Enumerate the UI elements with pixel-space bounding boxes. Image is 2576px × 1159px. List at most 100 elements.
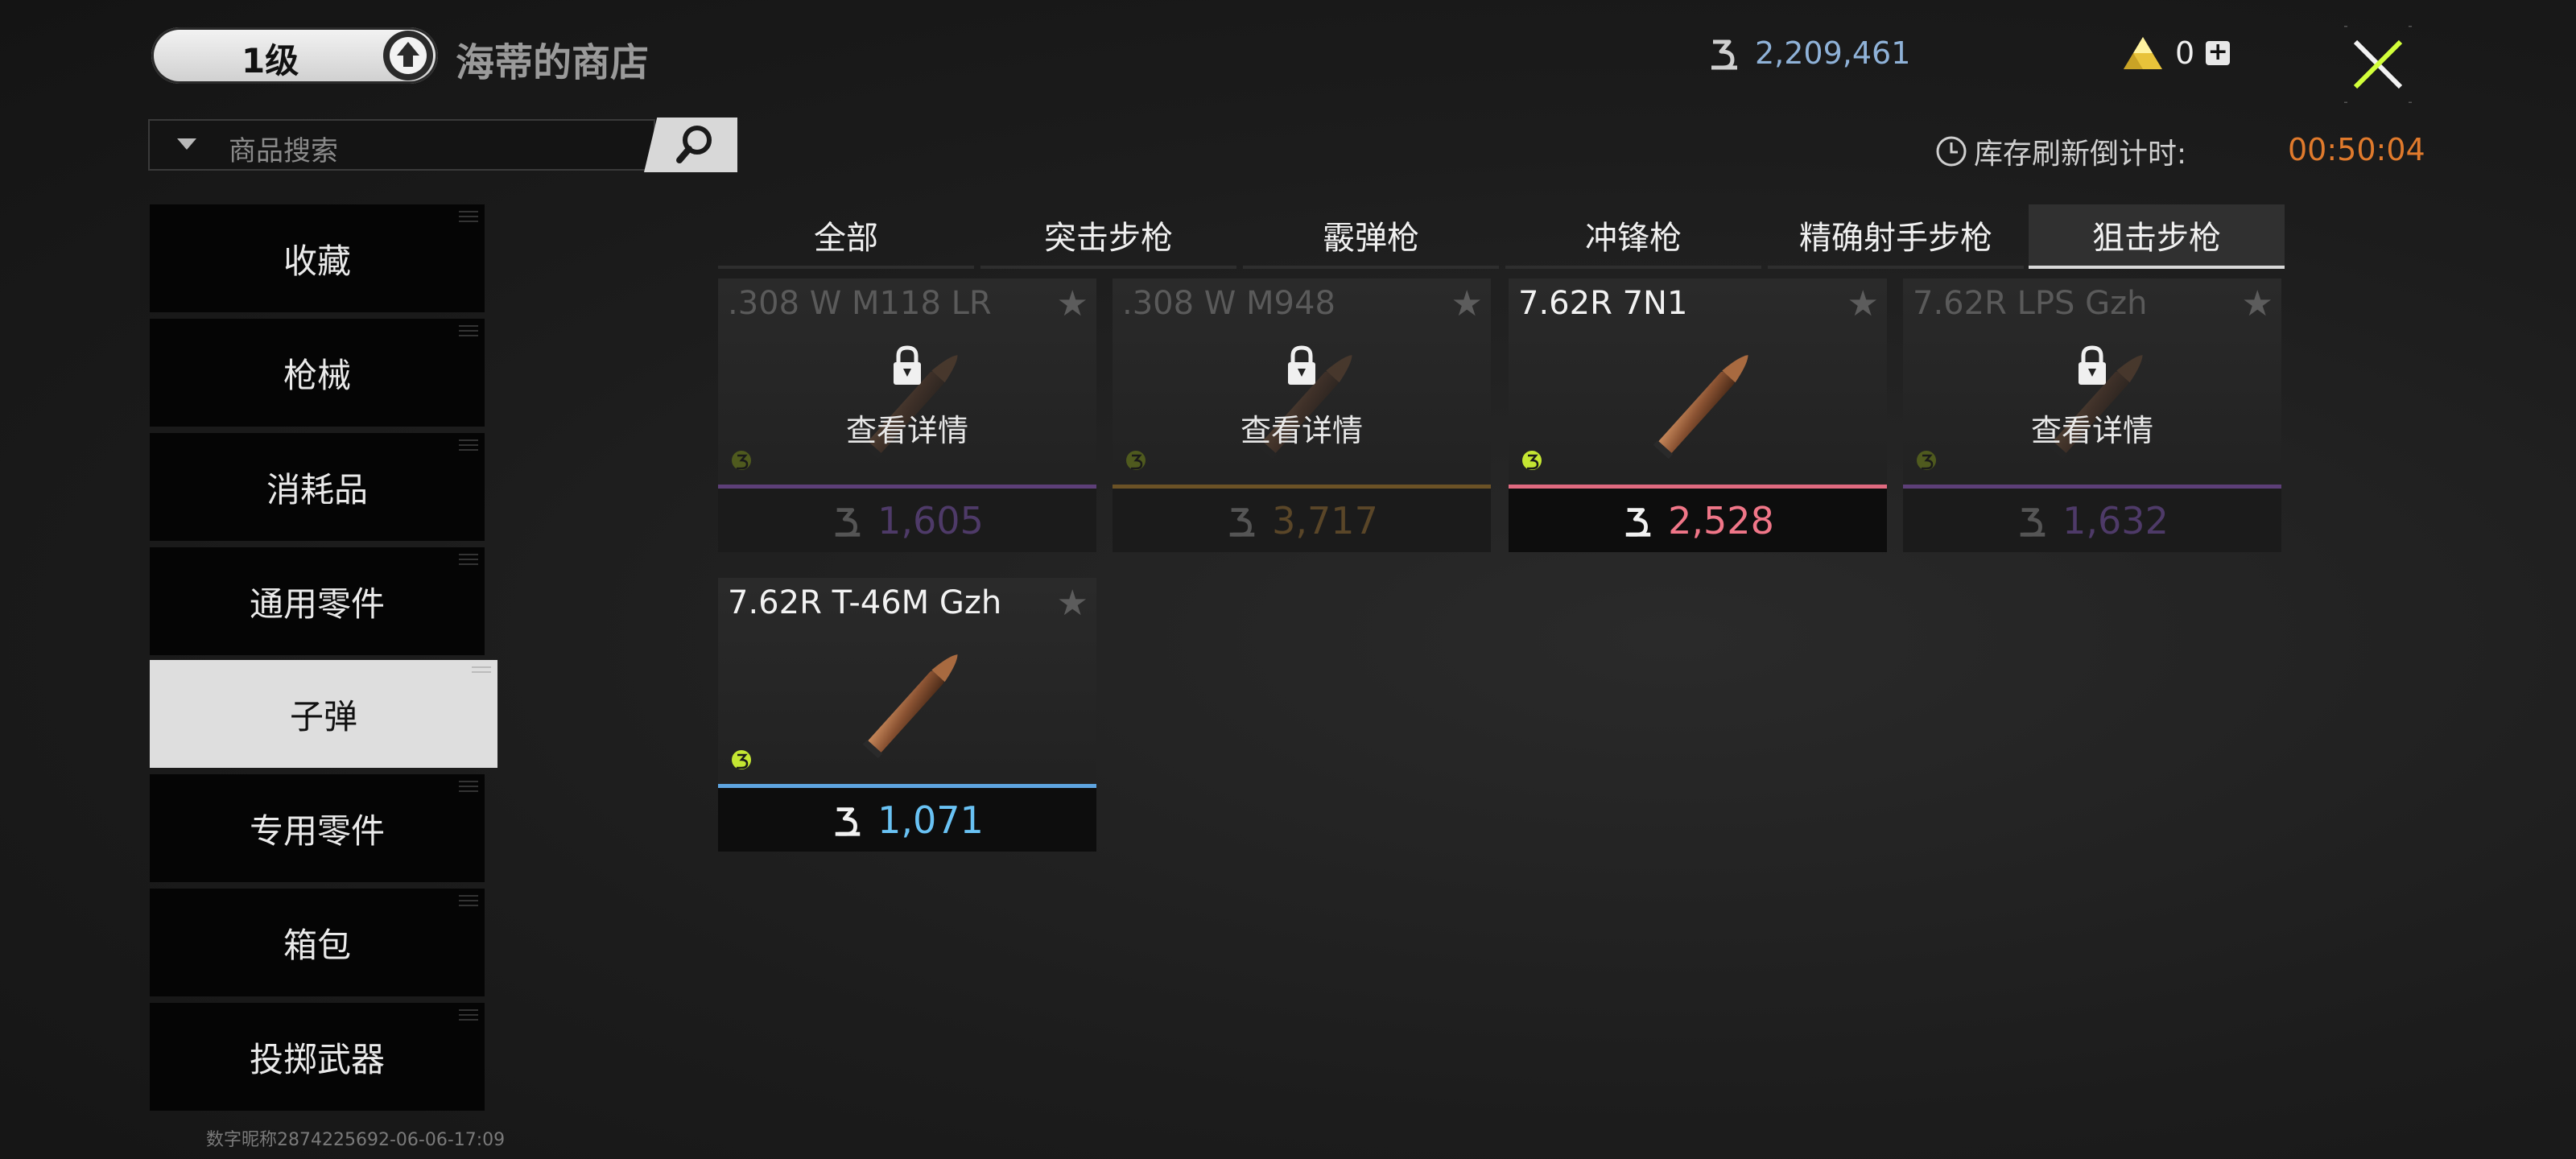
bullet-icon — [862, 654, 958, 759]
price-row[interactable]: 3,717 — [1113, 489, 1491, 552]
money-display: 2,209,461 — [1707, 35, 1910, 71]
bullet-icon — [1653, 355, 1748, 460]
close-button[interactable] — [2339, 24, 2417, 105]
grip-icon — [459, 211, 478, 225]
grip-icon — [459, 781, 478, 795]
view-details-link[interactable]: 查看详情 — [1113, 406, 1491, 450]
koen-currency-icon — [1711, 39, 1737, 70]
sidebar-item-special-parts[interactable]: 专用零件 — [150, 774, 485, 882]
item-name: .308 W M948 — [1122, 285, 1335, 322]
grip-icon — [472, 666, 491, 676]
gear-badge-icon — [1126, 451, 1146, 470]
price-row[interactable]: 1,605 — [718, 489, 1096, 552]
item-name: 7.62R LPS Gzh — [1913, 285, 2148, 322]
gold-pyramid-icon — [2124, 37, 2162, 69]
add-gold-button[interactable]: + — [2206, 40, 2231, 65]
item-price: 2,528 — [1668, 498, 1774, 542]
item-name: 7.62R 7N1 — [1518, 285, 1688, 322]
lock-icon — [894, 345, 921, 385]
sidebar-item-throwables[interactable]: 投掷武器 — [150, 1003, 485, 1111]
sidebar-item-label: 专用零件 — [249, 810, 385, 851]
sidebar-item-label: 投掷武器 — [249, 1039, 385, 1079]
sidebar-item-ammo[interactable]: 子弹 — [150, 660, 497, 768]
level-label: 1级 — [242, 41, 299, 80]
koen-currency-icon — [1229, 507, 1255, 537]
shop-item-card[interactable]: 7.62R 7N1 ★ 2,528 — [1509, 278, 1887, 552]
sidebar-item-bags[interactable]: 箱包 — [150, 889, 485, 996]
koen-currency-icon — [835, 507, 861, 537]
favorite-star-icon[interactable]: ★ — [1057, 283, 1088, 324]
tab-sniper-rifles[interactable]: 狙击步枪 — [2029, 204, 2285, 269]
dropdown-arrow-icon[interactable] — [177, 138, 196, 150]
price-row[interactable]: 2,528 — [1509, 489, 1887, 552]
item-price: 1,071 — [877, 798, 984, 842]
search-placeholder: 商品搜索 — [229, 135, 338, 167]
sidebar-item-label: 箱包 — [283, 925, 351, 965]
tab-label: 冲锋枪 — [1585, 220, 1682, 257]
tab-smgs[interactable]: 冲锋枪 — [1505, 204, 1761, 269]
price-row[interactable]: 1,632 — [1903, 489, 2281, 552]
gear-badge-icon — [1522, 451, 1542, 470]
gear-badge-icon — [732, 451, 751, 470]
sidebar-item-label: 子弹 — [289, 696, 357, 736]
shop-title: 海蒂的商店 — [456, 40, 650, 85]
gear-badge-icon — [732, 750, 751, 769]
sidebar-item-label: 消耗品 — [266, 469, 368, 509]
tab-label: 全部 — [814, 220, 878, 257]
grip-icon — [459, 1009, 478, 1024]
tab-marksman-rifles[interactable]: 精确射手步枪 — [1768, 204, 2024, 269]
item-price: 3,717 — [1272, 498, 1378, 542]
search-button[interactable] — [644, 118, 737, 172]
watermark: 数字昵称2874225692-06-06-17:09 — [206, 1130, 506, 1150]
shop-item-card[interactable]: 7.62R T-46M Gzh ★ 1,071 — [718, 578, 1096, 852]
koen-currency-icon — [1625, 507, 1651, 537]
sidebar-item-guns[interactable]: 枪械 — [150, 319, 485, 427]
shop-item-card[interactable]: .308 W M948 ★ 查看详情 3,717 — [1113, 278, 1491, 552]
item-price: 1,605 — [877, 498, 984, 542]
search-input[interactable] — [148, 119, 655, 171]
gold-display: 0 + — [2122, 35, 2231, 71]
sidebar-item-common-parts[interactable]: 通用零件 — [150, 547, 485, 655]
gold-value: 0 — [2175, 35, 2195, 71]
tab-label: 霰弹枪 — [1323, 220, 1419, 257]
tab-label: 突击步枪 — [1044, 220, 1173, 257]
price-row[interactable]: 1,071 — [718, 788, 1096, 852]
tab-label: 狙击步枪 — [2092, 220, 2221, 257]
sidebar-item-label: 枪械 — [283, 355, 351, 395]
tab-shotguns[interactable]: 霰弹枪 — [1243, 204, 1499, 269]
refresh-countdown: 库存刷新倒计时: — [1935, 130, 2186, 172]
item-name: .308 W M118 LR — [728, 285, 992, 322]
money-value: 2,209,461 — [1755, 35, 1911, 71]
sidebar-item-label: 通用零件 — [249, 584, 385, 624]
favorite-star-icon[interactable]: ★ — [1451, 283, 1483, 324]
close-x-icon — [2344, 24, 2412, 105]
sidebar-item-consumables[interactable]: 消耗品 — [150, 433, 485, 541]
tab-label: 精确射手步枪 — [1799, 220, 1992, 257]
favorite-star-icon[interactable]: ★ — [2242, 283, 2273, 324]
tab-all[interactable]: 全部 — [718, 204, 974, 269]
shop-item-card[interactable]: 7.62R LPS Gzh ★ 查看详情 1,632 — [1903, 278, 2281, 552]
sidebar-item-favorites[interactable]: 收藏 — [150, 204, 485, 312]
item-price: 1,632 — [2062, 498, 2169, 542]
grip-icon — [459, 895, 478, 909]
koen-currency-icon — [2020, 507, 2046, 537]
view-details-link[interactable]: 查看详情 — [1903, 406, 2281, 450]
koen-currency-icon — [835, 806, 861, 836]
tab-assault-rifles[interactable]: 突击步枪 — [980, 204, 1236, 269]
item-name: 7.62R T-46M Gzh — [728, 584, 1002, 621]
arrow-up-circle-icon — [390, 37, 427, 74]
sidebar-item-label: 收藏 — [283, 241, 351, 281]
lock-icon — [1288, 345, 1315, 385]
clock-icon — [1936, 136, 1967, 167]
shop-item-card[interactable]: .308 W M118 LR ★ 查看详情 1,605 — [718, 278, 1096, 552]
level-up-button[interactable] — [383, 31, 433, 80]
refresh-timer: 00:50:04 — [2288, 132, 2425, 167]
favorite-star-icon[interactable]: ★ — [1847, 283, 1879, 324]
grip-icon — [459, 439, 478, 454]
favorite-star-icon[interactable]: ★ — [1057, 583, 1088, 624]
search-icon — [676, 126, 712, 163]
grip-icon — [459, 554, 478, 568]
grip-icon — [459, 325, 478, 340]
view-details-link[interactable]: 查看详情 — [718, 406, 1096, 450]
refresh-label: 库存刷新倒计时: — [1974, 138, 2187, 171]
